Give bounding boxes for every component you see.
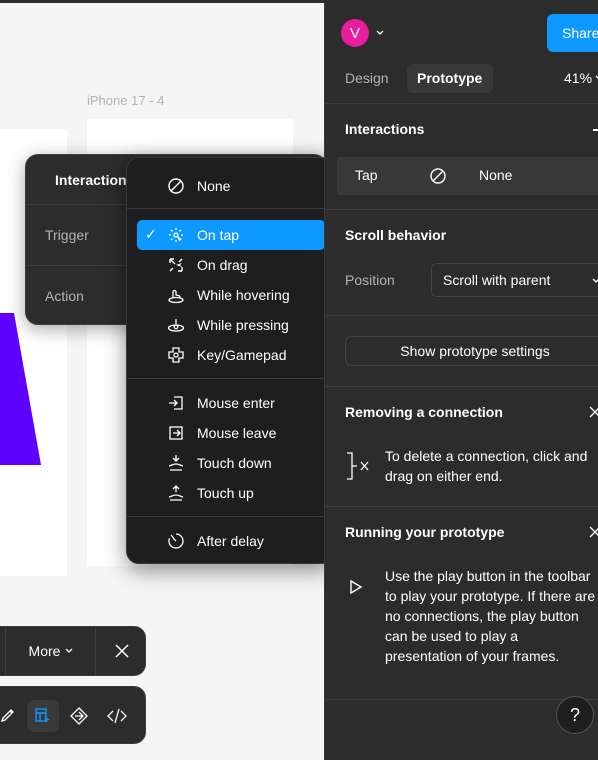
divider bbox=[325, 315, 598, 316]
menu-item-after-delay[interactable]: After delay bbox=[137, 526, 325, 556]
menu-item-key-gamepad[interactable]: Key/Gamepad bbox=[137, 340, 325, 370]
menu-item-label: After delay bbox=[197, 533, 264, 549]
menu-item-mouse-leave[interactable]: Mouse leave bbox=[137, 418, 325, 448]
close-icon[interactable] bbox=[589, 526, 598, 538]
menu-item-while-hovering[interactable]: While hovering bbox=[137, 280, 325, 310]
divider bbox=[325, 103, 598, 104]
none-icon bbox=[168, 178, 184, 194]
menu-item-touch-up[interactable]: Touch up bbox=[137, 478, 325, 508]
zoom-level[interactable]: 41% bbox=[564, 70, 592, 86]
menu-item-label: While pressing bbox=[197, 317, 289, 333]
scroll-behavior-title: Scroll behavior bbox=[345, 227, 447, 243]
component-icon[interactable] bbox=[69, 706, 89, 726]
avatar[interactable]: V bbox=[341, 19, 369, 47]
close-icon[interactable] bbox=[115, 644, 129, 658]
mouse-enter-icon bbox=[169, 396, 183, 410]
divider bbox=[325, 699, 598, 700]
action-label: Action bbox=[45, 288, 84, 304]
tab-design[interactable]: Design bbox=[345, 70, 389, 86]
divider bbox=[325, 506, 598, 507]
trigger-label: Trigger bbox=[45, 227, 89, 243]
main-toolbar bbox=[0, 686, 146, 744]
menu-separator bbox=[127, 378, 333, 379]
removing-connection-text: To delete a connection, click and drag o… bbox=[385, 448, 588, 484]
running-prototype-text: Use the play button in the toolbar to pl… bbox=[385, 568, 596, 664]
menu-item-on-tap[interactable]: ✓ On tap bbox=[137, 220, 325, 250]
menu-separator bbox=[127, 516, 333, 517]
checkmark-icon: ✓ bbox=[145, 226, 157, 242]
menu-separator bbox=[127, 208, 333, 209]
removing-connection-title: Removing a connection bbox=[345, 404, 503, 420]
divider bbox=[5, 627, 6, 675]
hover-icon bbox=[168, 289, 184, 304]
share-button[interactable]: Share bbox=[547, 14, 598, 52]
collapse-icon[interactable] bbox=[593, 129, 598, 131]
pen-icon[interactable] bbox=[0, 706, 17, 724]
tab-prototype[interactable]: Prototype bbox=[407, 64, 493, 93]
interaction-action: None bbox=[479, 167, 513, 183]
none-icon bbox=[430, 168, 446, 184]
running-prototype-title: Running your prototype bbox=[345, 524, 505, 540]
frame-label[interactable]: iPhone 17 - 4 bbox=[87, 93, 164, 108]
menu-item-label: Key/Gamepad bbox=[197, 347, 287, 363]
menu-item-label: Mouse leave bbox=[197, 425, 277, 441]
chevron-down-icon bbox=[65, 648, 73, 653]
menu-item-while-pressing[interactable]: While pressing bbox=[137, 310, 325, 340]
menu-item-label: Touch down bbox=[197, 455, 272, 471]
prototype-icon bbox=[35, 708, 50, 723]
press-icon bbox=[167, 319, 185, 332]
menu-item-label: On tap bbox=[197, 227, 240, 243]
connection-icon bbox=[347, 452, 369, 480]
interactions-title: Interactions bbox=[345, 121, 425, 137]
more-label: More bbox=[28, 643, 61, 659]
interaction-trigger: Tap bbox=[355, 167, 378, 183]
position-label: Position bbox=[345, 272, 395, 288]
selection-toolbar: More bbox=[0, 626, 146, 676]
interaction-row[interactable]: Tap None bbox=[337, 157, 598, 195]
menu-item-label: On drag bbox=[197, 257, 248, 273]
close-icon[interactable] bbox=[589, 406, 598, 418]
divider bbox=[95, 627, 96, 675]
position-value: Scroll with parent bbox=[443, 272, 551, 288]
popup-title: Interaction bbox=[55, 172, 127, 188]
menu-item-mouse-enter[interactable]: Mouse enter bbox=[137, 388, 325, 418]
chevron-down-icon bbox=[592, 278, 598, 283]
show-prototype-settings-button[interactable]: Show prototype settings bbox=[345, 336, 598, 366]
menu-item-label: Mouse enter bbox=[197, 395, 275, 411]
prototype-tool-button[interactable] bbox=[27, 700, 59, 732]
menu-item-touch-down[interactable]: Touch down bbox=[137, 448, 325, 478]
menu-item-label: None bbox=[197, 178, 231, 194]
divider bbox=[325, 386, 598, 387]
touch-down-icon bbox=[168, 455, 184, 471]
properties-panel: V Share Design Prototype 41% Interaction… bbox=[324, 3, 598, 760]
chevron-down-icon[interactable] bbox=[376, 30, 384, 36]
touch-up-icon bbox=[168, 485, 184, 501]
menu-item-label: Touch up bbox=[197, 485, 254, 501]
trigger-dropdown: None ✓ On tap On drag While hovering Whi… bbox=[126, 157, 334, 564]
menu-item-label: While hovering bbox=[197, 287, 290, 303]
code-icon[interactable] bbox=[107, 707, 127, 725]
more-button[interactable]: More bbox=[7, 627, 95, 675]
menu-item-none[interactable]: None bbox=[137, 171, 325, 201]
help-button[interactable]: ? bbox=[556, 696, 594, 734]
gamepad-icon bbox=[168, 347, 184, 363]
menu-item-on-drag[interactable]: On drag bbox=[137, 250, 325, 280]
drag-icon bbox=[169, 258, 183, 272]
mouse-leave-icon bbox=[169, 426, 183, 440]
play-icon bbox=[350, 579, 363, 595]
position-select[interactable]: Scroll with parent bbox=[431, 263, 598, 297]
divider bbox=[325, 209, 598, 210]
delay-icon bbox=[168, 533, 184, 549]
tap-icon bbox=[169, 228, 183, 242]
